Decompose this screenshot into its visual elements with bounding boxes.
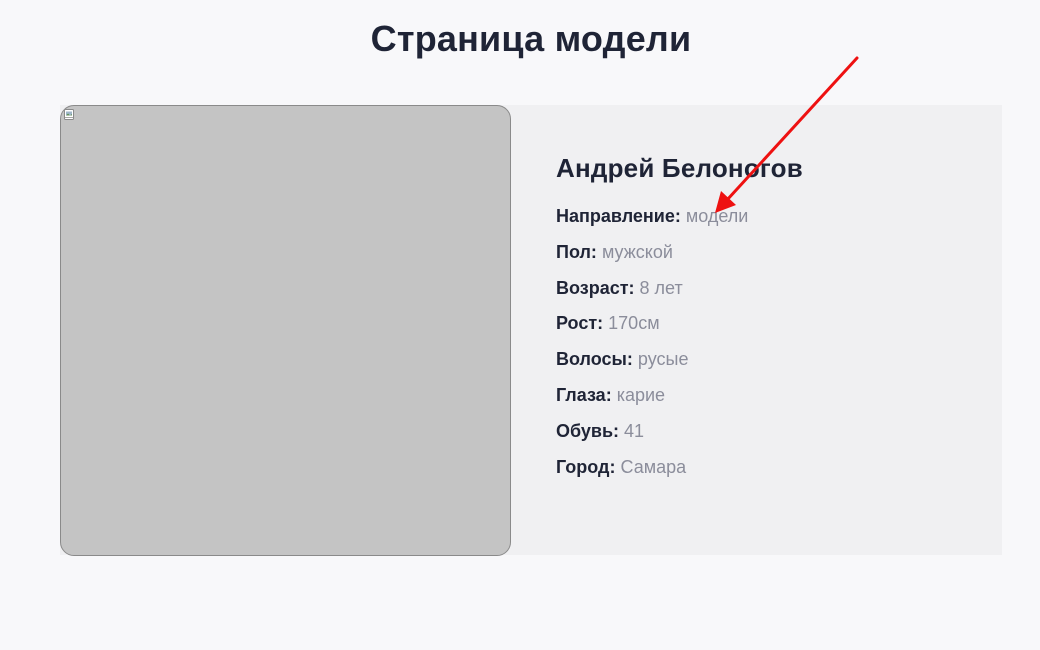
attr-label: Рост: xyxy=(556,313,604,334)
model-page: Страница модели Андрей Белоногов Направл… xyxy=(0,0,1040,650)
attr-hair: Волосы: русые xyxy=(556,349,803,369)
attr-label: Направление: xyxy=(556,206,681,226)
model-card: Андрей Белоногов Направление: модели Пол… xyxy=(60,105,1002,556)
attr-height: Рост: 170см xyxy=(556,313,803,333)
attr-shoes: Обувь: 41 xyxy=(556,421,803,441)
attr-value: модели xyxy=(685,206,749,226)
attr-direction: Направление: модели xyxy=(556,206,803,226)
attr-value: мужской xyxy=(601,241,673,262)
model-name: Андрей Белоногов xyxy=(556,153,803,183)
attr-label: Волосы: xyxy=(556,349,633,370)
model-info: Андрей Белоногов Направление: модели Пол… xyxy=(556,153,803,492)
attr-label: Город: xyxy=(556,456,616,477)
model-photo xyxy=(60,105,511,556)
attr-value: 8 лет xyxy=(639,277,683,298)
broken-image-icon xyxy=(64,109,74,120)
attr-age: Возраст: 8 лет xyxy=(556,278,803,298)
attr-gender: Пол: мужской xyxy=(556,242,803,262)
attr-value: русые xyxy=(637,349,689,370)
attr-value: Самара xyxy=(620,456,687,477)
attr-value: 41 xyxy=(624,420,645,441)
attr-eyes: Глаза: карие xyxy=(556,385,803,405)
attr-label: Пол: xyxy=(556,241,597,262)
attr-label: Возраст: xyxy=(556,277,635,298)
page-title: Страница модели xyxy=(370,18,692,59)
attr-label: Глаза: xyxy=(556,384,612,405)
attr-value: карие xyxy=(616,384,666,405)
attr-value: 170см xyxy=(608,313,660,334)
attr-city: Город: Самара xyxy=(556,457,803,477)
attr-label: Обувь: xyxy=(556,420,620,441)
